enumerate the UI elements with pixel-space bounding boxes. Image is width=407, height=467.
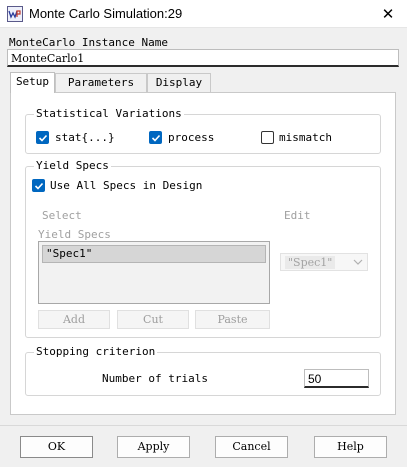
process-label: process [168, 131, 215, 144]
ok-button[interactable]: OK [20, 436, 93, 458]
instance-name-input[interactable]: MonteCarlo1 [7, 49, 399, 67]
number-of-trials-label: Number of trials [102, 372, 208, 385]
statistical-variations-group: Statistical Variations stat{...} process… [25, 107, 381, 154]
yield-specs-list[interactable]: "Spec1" [38, 241, 270, 304]
spec-edit-combo[interactable]: "Spec1" [280, 253, 368, 271]
cut-button[interactable]: Cut [117, 310, 189, 329]
setup-panel: Statistical Variations stat{...} process… [10, 92, 396, 415]
statistical-variations-title: Statistical Variations [34, 107, 184, 120]
chevron-down-icon [353, 259, 363, 265]
yield-specs-title: Yield Specs [34, 159, 111, 172]
process-checkbox[interactable] [149, 131, 162, 144]
add-button[interactable]: Add [38, 310, 110, 329]
stopping-criterion-title: Stopping criterion [34, 345, 158, 358]
tab-setup[interactable]: Setup [10, 72, 55, 93]
yield-specs-list-label: Yield Specs [38, 228, 111, 241]
help-button[interactable]: Help [314, 436, 387, 458]
stat-checkbox[interactable] [36, 131, 49, 144]
list-item[interactable]: "Spec1" [42, 245, 266, 263]
number-of-trials-input[interactable]: 50 [304, 369, 369, 388]
title-bar: Monte Carlo Simulation:29 ✕ [0, 0, 407, 28]
mismatch-label: mismatch [279, 131, 332, 144]
tab-bar: Setup Parameters Display [10, 72, 400, 93]
use-all-specs-label: Use All Specs in Design [50, 179, 203, 192]
app-icon [7, 6, 23, 22]
spec-edit-combo-value: "Spec1" [285, 256, 336, 269]
stat-label: stat{...} [55, 131, 115, 144]
yield-specs-group: Yield Specs Use All Specs in Design Sele… [25, 159, 381, 338]
footer-divider [0, 425, 407, 426]
use-all-specs-checkbox[interactable] [32, 179, 45, 192]
select-label: Select [42, 209, 82, 222]
edit-label: Edit [284, 209, 311, 222]
stopping-criterion-group: Stopping criterion Number of trials 50 [25, 345, 381, 396]
window-title: Monte Carlo Simulation:29 [29, 6, 183, 21]
tab-display[interactable]: Display [147, 73, 211, 92]
close-icon[interactable]: ✕ [379, 5, 397, 23]
tab-parameters[interactable]: Parameters [55, 73, 147, 92]
instance-name-label: MonteCarlo Instance Name [9, 36, 168, 49]
cancel-button[interactable]: Cancel [215, 436, 288, 458]
mismatch-checkbox[interactable] [261, 131, 274, 144]
apply-button[interactable]: Apply [117, 436, 190, 458]
paste-button[interactable]: Paste [195, 310, 270, 329]
